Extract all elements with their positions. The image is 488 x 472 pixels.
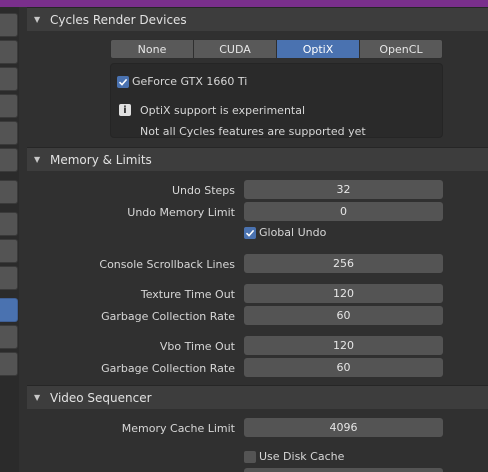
console-scrollback-field[interactable]: 256 [244, 254, 443, 273]
panel-header-cycles[interactable]: ▼ Cycles Render Devices [27, 7, 488, 31]
device-option-opencl[interactable]: OpenCL [360, 39, 443, 59]
gc-rate-field-1[interactable]: 60 [244, 306, 443, 325]
sidebar-tab-6[interactable] [0, 148, 18, 172]
device-row[interactable]: GeForce GTX 1660 Ti [117, 75, 247, 88]
collapse-triangle-icon: ▼ [34, 393, 41, 402]
device-option-none[interactable]: None [110, 39, 194, 59]
sidebar-tab-1[interactable] [0, 13, 18, 37]
device-checkbox[interactable] [117, 75, 129, 88]
sidebar-tab-7[interactable] [0, 180, 18, 204]
disk-cache-label: Use Disk Cache [259, 450, 345, 463]
panel-header-memory[interactable]: ▼ Memory & Limits [27, 147, 488, 171]
panel-title: Cycles Render Devices [50, 12, 187, 27]
undo-steps-field[interactable]: 32 [244, 180, 443, 199]
collapse-triangle-icon: ▼ [34, 15, 41, 24]
features-message: Not all Cycles features are supported ye… [140, 125, 366, 138]
device-list-box: GeForce GTX 1660 Ti i OptiX support is e… [110, 63, 443, 138]
texture-timeout-field[interactable]: 120 [244, 284, 443, 303]
cache-limit-field[interactable]: 4096 [244, 418, 443, 437]
sidebar-tab-5[interactable] [0, 121, 18, 145]
panel-header-sequencer[interactable]: ▼ Video Sequencer [27, 385, 488, 409]
device-name: GeForce GTX 1660 Ti [132, 75, 248, 88]
panel-title: Video Sequencer [50, 390, 152, 405]
preferences-sidebar [0, 7, 19, 472]
gc-rate-field-2[interactable]: 60 [244, 358, 443, 377]
device-option-optix[interactable]: OptiX [277, 39, 360, 59]
device-type-selector: None CUDA OptiX OpenCL [110, 39, 443, 59]
info-icon: i [119, 104, 131, 116]
device-option-cuda[interactable]: CUDA [194, 39, 277, 59]
undo-steps-label: Undo Steps [171, 184, 235, 197]
info-icon-wrap: i [119, 104, 131, 116]
checkmark-icon [245, 229, 255, 237]
vbo-timeout-label: Vbo Time Out [159, 340, 235, 353]
sidebar-tab-8[interactable] [0, 212, 18, 236]
preferences-system-window: ▼ Cycles Render Devices None CUDA OptiX … [0, 0, 488, 472]
checkmark-icon [118, 78, 128, 86]
sidebar-tab-13[interactable] [0, 352, 18, 376]
undo-memory-label: Undo Memory Limit [127, 206, 235, 219]
sidebar-tab-3[interactable] [0, 67, 18, 91]
sidebar-tab-9[interactable] [0, 239, 18, 263]
panel-title: Memory & Limits [50, 152, 152, 167]
preferences-content: ▼ Cycles Render Devices None CUDA OptiX … [27, 7, 488, 472]
next-field-partial[interactable] [244, 468, 443, 472]
disk-cache-row[interactable]: Use Disk Cache [244, 450, 344, 463]
global-undo-label: Global Undo [259, 226, 327, 239]
optix-message: OptiX support is experimental [140, 104, 306, 117]
texture-timeout-label: Texture Time Out [140, 288, 235, 301]
gc-rate-label-1: Garbage Collection Rate [101, 310, 235, 323]
sidebar-tab-2[interactable] [0, 40, 18, 64]
cache-limit-label: Memory Cache Limit [121, 422, 235, 435]
global-undo-row[interactable]: Global Undo [244, 226, 326, 239]
sidebar-tab-4[interactable] [0, 94, 18, 118]
window-top-strip [0, 0, 488, 7]
collapse-triangle-icon: ▼ [34, 155, 41, 164]
vbo-timeout-field[interactable]: 120 [244, 336, 443, 355]
sidebar-tab-10[interactable] [0, 266, 18, 290]
disk-cache-checkbox[interactable] [244, 450, 256, 463]
sidebar-tab-system[interactable] [0, 298, 18, 322]
gc-rate-label-2: Garbage Collection Rate [101, 362, 235, 375]
global-undo-checkbox[interactable] [244, 226, 256, 239]
undo-memory-field[interactable]: 0 [244, 202, 443, 221]
console-scrollback-label: Console Scrollback Lines [99, 258, 235, 271]
sidebar-tab-12[interactable] [0, 325, 18, 349]
